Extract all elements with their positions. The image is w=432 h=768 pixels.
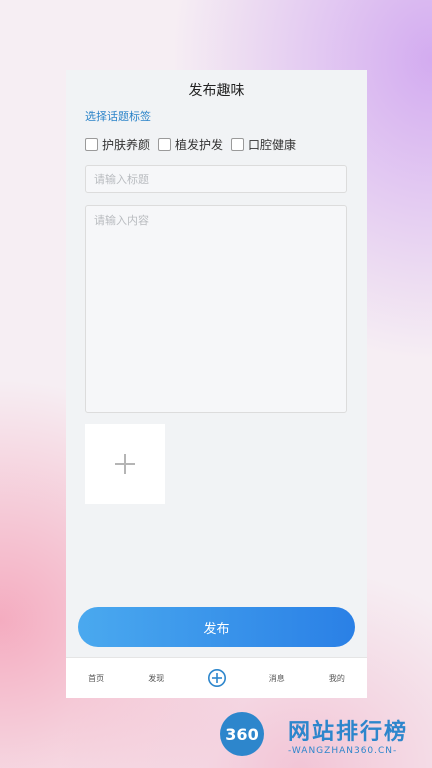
publish-button[interactable]: 发布 xyxy=(78,607,355,647)
tab-discover[interactable]: 发现 xyxy=(126,673,186,684)
topic-tag-label: 选择话题标签 xyxy=(85,110,151,123)
tag-label: 护肤养颜 xyxy=(102,138,151,152)
tab-profile[interactable]: 我的 xyxy=(307,673,367,684)
watermark-subtitle: -WANGZHAN360.CN- xyxy=(288,746,398,756)
checkbox-icon[interactable] xyxy=(85,138,98,151)
watermark-title: 网站排行榜 xyxy=(288,720,409,745)
app-screen: 发布趣味 选择话题标签 护肤养颜 植发护发 口腔健康 发布 首页 发现 xyxy=(66,70,367,698)
tab-post[interactable] xyxy=(186,668,246,688)
tag-checkbox-skincare[interactable]: 护肤养颜 xyxy=(85,136,150,153)
tag-checkbox-oral[interactable]: 口腔健康 xyxy=(231,136,296,153)
content-input[interactable] xyxy=(85,205,347,413)
checkbox-icon[interactable] xyxy=(231,138,245,151)
tag-label: 植发护发 xyxy=(175,138,224,152)
tag-checkbox-hair[interactable]: 植发护发 xyxy=(158,136,223,153)
watermark-logo: 360 xyxy=(220,712,264,756)
circle-plus-icon xyxy=(207,669,226,687)
tag-label: 口腔健康 xyxy=(248,138,297,152)
add-image-button[interactable] xyxy=(85,424,165,504)
page-title: 发布趣味 xyxy=(188,83,245,99)
topic-tag-group: 护肤养颜 植发护发 口腔健康 xyxy=(85,136,296,153)
plus-icon xyxy=(115,454,135,474)
tab-home[interactable]: 首页 xyxy=(66,673,126,684)
tab-messages[interactable]: 消息 xyxy=(247,673,307,684)
bottom-tab-bar: 首页 发现 消息 我的 xyxy=(66,657,367,698)
watermark: 360 网站排行榜 -WANGZHAN360.CN- xyxy=(218,708,432,768)
checkbox-icon[interactable] xyxy=(158,138,172,151)
title-input[interactable] xyxy=(85,165,347,193)
